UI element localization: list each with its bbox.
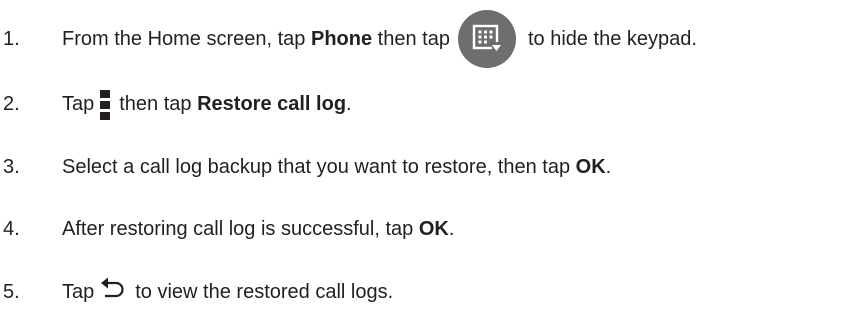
step-number: 1. (3, 27, 20, 50)
bold-ok: OK (418, 217, 449, 240)
instruction-steps: 1. From the Home screen, tap Phone then … (0, 0, 842, 336)
step-text: Tap to view the restored call logs. (62, 277, 394, 304)
hide-keypad-icon (457, 10, 516, 68)
menu-icon (100, 90, 111, 120)
step-number: 2. (3, 92, 20, 115)
step-text-part: . (346, 92, 352, 115)
bold-restore-call-log: Restore call log (197, 92, 347, 115)
step-text-part: Tap (62, 92, 95, 115)
step-text: After restoring call log is successful, … (62, 218, 454, 241)
step-text-part: to view the restored call logs. (135, 280, 394, 303)
step-text: Tap then tap Restore call log . (62, 89, 352, 120)
step-number: 4. (3, 217, 20, 240)
bold-ok: OK (575, 155, 606, 178)
step-text-part: then tap (372, 27, 450, 50)
step-text-part: then tap (119, 92, 198, 115)
step-text-part: After restoring call log is successful, … (62, 217, 419, 240)
step-text-part: to hide the keypad. (527, 27, 697, 50)
step-text-part: Tap (62, 280, 95, 303)
step-text: Select a call log backup that you want t… (62, 156, 611, 179)
step-text-part: Select a call log backup that you want t… (62, 155, 576, 178)
step-number: 3. (3, 155, 20, 178)
bold-phone: Phone (310, 27, 373, 50)
step-text-part: . (605, 155, 612, 178)
step-text: From the Home screen, tap Phone then tap (62, 10, 697, 68)
step-text-part: From the Home screen, tap (62, 27, 311, 50)
back-icon (101, 277, 125, 299)
step-number: 5. (3, 280, 20, 303)
step-text-part: . (448, 217, 455, 240)
